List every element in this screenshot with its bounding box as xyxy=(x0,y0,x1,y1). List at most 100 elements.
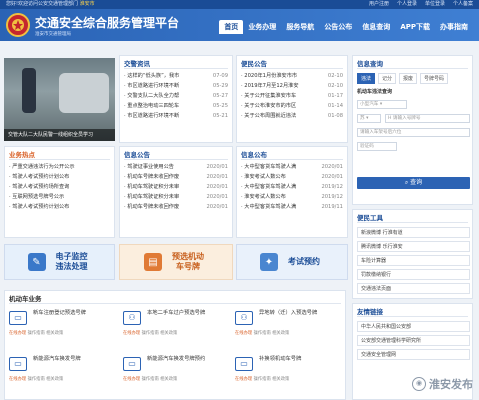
news-list: · 这样的“低头族”，我市 07-09 · 市区道路进行环境不断 05-29 · 交… xyxy=(124,71,228,121)
business-item-used-car[interactable]: ⚇ 本地二手车过户预选号牌 在线办理 操作指南 相关政策 xyxy=(123,309,235,339)
policy-link[interactable]: 相关政策 xyxy=(46,377,63,382)
list-item[interactable]: · 驾驶人考试预约场所查询 xyxy=(9,182,110,192)
e-monitor-violation-button[interactable]: ✎ 电子监控 违法处理 xyxy=(4,244,115,280)
link-item-safety-net[interactable]: 交通安全管理网 xyxy=(357,349,470,360)
nav-app-download[interactable]: APP下载 xyxy=(395,20,435,34)
info-notice-panel: 信息公告 · 驾驶证事业使用公告 2020/01 · 机动车号牌未收回作废 2020… xyxy=(119,146,233,238)
list-item[interactable]: · 大中型客货车驾驶人满 2019/11 xyxy=(241,202,343,212)
query-section-title: 机动车违法查询 xyxy=(357,89,393,95)
list-item[interactable]: · 这样的“低头族”，我市 07-09 xyxy=(124,71,228,81)
top-bar: 您好!欢迎访问公安交通管理部门 淮安市 用户注册 个人登录 单位登录 个人备案 xyxy=(0,0,479,9)
link-item-mps[interactable]: 中华人民共和国公安部 xyxy=(357,321,470,332)
list-item[interactable]: · 市区道路进行环境不断 05-21 xyxy=(124,111,228,121)
list-item[interactable]: · 2020年1月份淮安市市 02-10 xyxy=(241,71,343,81)
business-item-new-energy-booking[interactable]: ▭ 新能源汽车换发号牌预约 在线办理 操作指南 相关政策 xyxy=(123,355,235,385)
register-link[interactable]: 用户注册 xyxy=(369,0,389,9)
news-panel: 交警资讯 · 这样的“低头族”，我市 07-09 · 市区道路进行环境不断 05-2… xyxy=(119,55,233,143)
list-item[interactable]: · 严重交通违法行为公开公示 xyxy=(9,162,110,172)
online-link[interactable]: 在线办理 xyxy=(9,377,26,382)
info-query-panel: 信息查询 违法 记分 报废 号牌号码 机动车违法查询 小型汽车 ▾ 苏 ▾ H … xyxy=(352,55,473,205)
personal-login-link[interactable]: 个人登录 xyxy=(397,0,417,9)
captcha-input[interactable]: 验证码 xyxy=(357,142,397,151)
exam-booking-button[interactable]: ✦ 考试预约 xyxy=(236,244,348,280)
tab-plate-number[interactable]: 号牌号码 xyxy=(420,73,449,84)
online-link[interactable]: 在线办理 xyxy=(235,331,252,336)
nav-guide[interactable]: 办事指南 xyxy=(435,20,473,34)
policy-link[interactable]: 相关政策 xyxy=(160,377,177,382)
e-monitor-violation-label: 电子监控 违法处理 xyxy=(55,252,88,271)
tool-item-weibo-tencent[interactable]: 腾讯微博 乐行淮安 xyxy=(357,241,470,252)
list-item[interactable]: · 大中型客货车驾驶人满 2019/12 xyxy=(241,182,343,192)
online-link[interactable]: 在线办理 xyxy=(9,331,26,336)
notice-title: 便民公告 xyxy=(241,60,267,68)
news-photo-carousel[interactable]: 交管大队二大队民警一线组织全员学习 xyxy=(4,58,115,141)
guide-link[interactable]: 操作指南 xyxy=(142,331,159,336)
list-item[interactable]: · 市区道路进行环境不断 05-29 xyxy=(124,81,228,91)
tab-violation[interactable]: 违法 xyxy=(357,73,376,84)
province-select[interactable]: 苏 ▾ xyxy=(357,114,381,123)
business-item-replace-plate[interactable]: ▭ 补换领机动车号牌 在线办理 操作指南 相关政策 xyxy=(235,355,347,385)
list-item[interactable]: · 机动车号牌未收回作废 2020/01 xyxy=(124,172,228,182)
unit-login-link[interactable]: 单位登录 xyxy=(425,0,445,9)
links-title: 友情链接 xyxy=(357,308,383,316)
list-item[interactable]: · 机动车驾驶证积分未审 2020/01 xyxy=(124,182,228,192)
nav-home[interactable]: 首页 xyxy=(219,20,244,34)
guide-link[interactable]: 操作指南 xyxy=(28,331,45,336)
nav-announcements[interactable]: 公告公布 xyxy=(319,20,357,34)
preselect-plate-button[interactable]: ▤ 预选机动 车号牌 xyxy=(119,244,233,280)
list-item[interactable]: · 淮安考试人数公布 2019/12 xyxy=(241,192,343,202)
plate-type-select[interactable]: 小型汽车 ▾ xyxy=(357,100,407,109)
nav-info-query[interactable]: 信息查询 xyxy=(357,20,395,34)
guide-link[interactable]: 操作指南 xyxy=(254,331,271,336)
guide-link[interactable]: 操作指南 xyxy=(254,377,271,382)
list-item[interactable]: · 淮安考试人数公布 2020/01 xyxy=(241,172,343,182)
vin-input[interactable]: 请输入车架号后六位 xyxy=(357,128,470,137)
list-item[interactable]: · 机动车驾驶证积分未审 2020/01 xyxy=(124,192,228,202)
tool-item-violation-page[interactable]: 交通违法页面 xyxy=(357,283,470,294)
online-link[interactable]: 在线办理 xyxy=(123,331,140,336)
list-item[interactable]: · 机动车号牌未收回作废 2020/01 xyxy=(124,202,228,212)
policy-link[interactable]: 相关政策 xyxy=(160,331,177,336)
nav-service-guide[interactable]: 服务导航 xyxy=(281,20,319,34)
policy-link[interactable]: 相关政策 xyxy=(46,331,63,336)
business-item-label: 新车注册登记预选号牌 xyxy=(33,310,86,316)
personal-filing-link[interactable]: 个人备案 xyxy=(453,0,473,9)
list-item[interactable]: · 大中型客货车驾驶人满 2020/01 xyxy=(241,162,343,172)
link-item-research-institute[interactable]: 公安部交通管理科学研究所 xyxy=(357,335,470,346)
policy-link[interactable]: 相关政策 xyxy=(272,331,289,336)
city-selector[interactable]: 淮安市 xyxy=(80,1,95,7)
tool-item-weibo-sina[interactable]: 新浪微博 行淮有道 xyxy=(357,227,470,238)
tab-points[interactable]: 记分 xyxy=(378,73,397,84)
site-header: 交通安全综合服务管理平台 淮安市交通管理局 首页 业务办理 服务导航 公告公布 … xyxy=(0,9,479,41)
guide-link[interactable]: 操作指南 xyxy=(142,377,159,382)
policy-link[interactable]: 相关政策 xyxy=(272,377,289,382)
plate-number-input[interactable]: H 请输入号牌号 xyxy=(385,114,470,123)
guide-link[interactable]: 操作指南 xyxy=(28,377,45,382)
vehicle-business-panel: 机动车业务 ▭ 新车注册登记预选号牌 在线办理 操作指南 相关政策 ⚇ 本地二手… xyxy=(4,290,346,400)
tab-scrap[interactable]: 报废 xyxy=(399,73,418,84)
business-item-new-energy[interactable]: ▭ 新能源汽车换发号牌 在线办理 操作指南 相关政策 xyxy=(9,355,121,385)
list-item[interactable]: · 驾驶证事业使用公告 2020/01 xyxy=(124,162,228,172)
watermark: ◉ 淮安发布 xyxy=(412,376,473,392)
online-link[interactable]: 在线办理 xyxy=(123,377,140,382)
tool-item-fine-banks[interactable]: 罚款缴纳银行 xyxy=(357,269,470,280)
business-item-new-car[interactable]: ▭ 新车注册登记预选号牌 在线办理 操作指南 相关政策 xyxy=(9,309,121,339)
list-item[interactable]: · 驾驶人考试预约计划公布 xyxy=(9,202,110,212)
hot-topics-title: 业务热点 xyxy=(9,151,35,159)
list-item[interactable]: · 2019年7月至12月淮安 02-10 xyxy=(241,81,343,91)
list-item[interactable]: · 关于公布淮安市的市区 01-14 xyxy=(241,101,343,111)
list-item[interactable]: · 关于公开征集淮安市车 01-17 xyxy=(241,91,343,101)
tool-item-insurance-calc[interactable]: 车险计算器 xyxy=(357,255,470,266)
list-item[interactable]: · 关于公布周围就近违法 01-08 xyxy=(241,111,343,121)
query-button[interactable]: ⌕ 查询 xyxy=(357,177,470,189)
info-publish-list: · 大中型客货车驾驶人满 2020/01 · 淮安考试人数公布 2020/01 · … xyxy=(241,162,343,212)
nav-business[interactable]: 业务办理 xyxy=(243,20,281,34)
list-item[interactable]: · 交警支队二大队全力帮 05-27 xyxy=(124,91,228,101)
business-item-transfer-in[interactable]: ⚇ 异地转（迁）入预选号牌 在线办理 操作指南 相关政策 xyxy=(235,309,347,339)
online-link[interactable]: 在线办理 xyxy=(235,377,252,382)
list-item[interactable]: · 驾驶人考试预约计划公布 xyxy=(9,172,110,182)
watermark-logo-icon: ◉ xyxy=(412,377,426,391)
hot-topics-list: · 严重交通违法行为公开公示 · 驾驶人考试预约计划公布 · 驾驶人考试预约场所… xyxy=(9,162,110,212)
list-item[interactable]: · 互联网预选号牌号公示 xyxy=(9,192,110,202)
list-item[interactable]: · 重点整治电动三四轮车 05-25 xyxy=(124,101,228,111)
